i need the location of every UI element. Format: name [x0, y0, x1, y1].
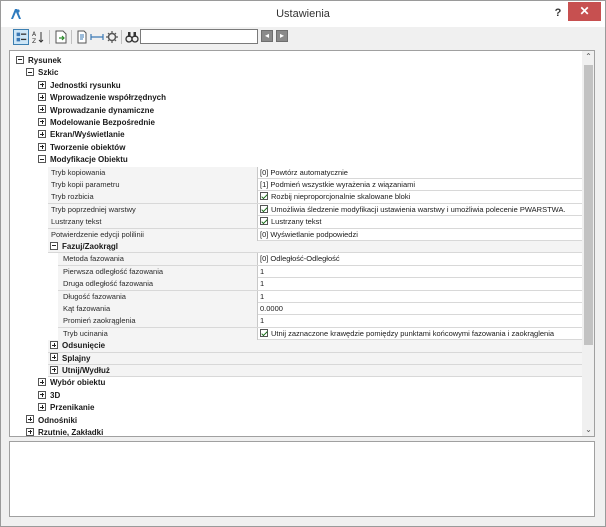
tree-node-rzutnie-zakladki[interactable]: Rzutnie, Zakładki	[26, 427, 103, 436]
checkbox[interactable]	[260, 328, 268, 337]
settings-gear-icon[interactable]	[104, 29, 120, 45]
expand-icon[interactable]	[26, 427, 34, 436]
tree-node-wprowadzenie-wspolrzednych[interactable]: Wprowadzenie współrzędnych	[38, 92, 166, 104]
expand-icon[interactable]	[38, 142, 46, 151]
expand-icon[interactable]	[38, 403, 46, 412]
tree-node-modyfikacje-obiektu[interactable]: Modyfikacje Obiektu	[38, 154, 128, 166]
alphabetical-sort-icon[interactable]: A Z	[30, 29, 46, 45]
property-row[interactable]: Potwierdzenie edycji polilinii [0] Wyświ…	[48, 228, 582, 241]
property-value[interactable]: Utnij zaznaczone krawędzie pomiędzy punk…	[258, 328, 582, 340]
toolbar-separator	[49, 30, 50, 44]
toolbar-separator	[71, 30, 72, 44]
expand-icon[interactable]	[50, 341, 58, 350]
tree-node-modelowanie-bezposrednie[interactable]: Modelowanie Bezpośrednie	[38, 117, 155, 129]
tree-node-jednostki-rysunku[interactable]: Jednostki rysunku	[38, 80, 121, 92]
property-row[interactable]: Tryb poprzedniej warstwy Umożliwia śledz…	[48, 203, 582, 217]
distance-icon[interactable]	[89, 29, 105, 45]
export-icon[interactable]	[74, 29, 90, 45]
tree-node-splajny[interactable]: Splajny	[50, 353, 90, 365]
expand-icon[interactable]	[38, 390, 46, 399]
search-input[interactable]	[140, 29, 258, 44]
expand-icon[interactable]	[38, 80, 46, 89]
tree-node-przenikanie[interactable]: Przenikanie	[38, 402, 94, 414]
property-value[interactable]: 1	[258, 278, 582, 290]
search-previous-button[interactable]: ◂	[261, 30, 273, 42]
property-value[interactable]: [0] Powtórz automatycznie	[258, 167, 582, 179]
group-header-bg	[48, 241, 582, 254]
tree-node-tworzenie-obiektow[interactable]: Tworzenie obiektów	[38, 142, 125, 154]
toolbar: A Z ◂ ▸	[1, 27, 605, 47]
property-row[interactable]: Lustrzany tekst Lustrzany tekst	[48, 216, 582, 229]
property-row[interactable]: Metoda fazowania [0] Odległość-Odległość	[58, 253, 582, 266]
property-row[interactable]: Tryb kopiowania [0] Powtórz automatyczni…	[48, 166, 582, 179]
tree-node-fazuj-zaokraglij[interactable]: Fazuj/Zaokrągl	[50, 241, 118, 253]
categorized-view-icon[interactable]	[13, 29, 29, 45]
group-header-bg	[48, 340, 582, 353]
expand-icon[interactable]	[38, 378, 46, 387]
property-row[interactable]: Promień zaokrąglenia 1	[58, 315, 582, 328]
property-value[interactable]: 1	[258, 291, 582, 303]
tree-node-rysunek[interactable]: Rysunek	[16, 55, 61, 67]
toolbar-separator	[121, 30, 122, 44]
property-value[interactable]: [0] Wyświetlanie podpowiedzi	[258, 229, 582, 241]
group-header-bg	[48, 365, 582, 378]
scroll-thumb[interactable]	[584, 65, 593, 345]
collapse-icon[interactable]	[26, 68, 34, 77]
expand-icon[interactable]	[50, 365, 58, 374]
scroll-down-icon[interactable]: ⌄	[582, 424, 594, 436]
expand-icon[interactable]	[26, 415, 34, 424]
property-row[interactable]: Tryb kopii parametru [1] Podmień wszystk…	[48, 179, 582, 192]
property-value[interactable]: Rozbij nieproporcjonalnie skalowane blok…	[258, 191, 582, 203]
close-button[interactable]: ✕	[568, 2, 601, 21]
property-row[interactable]: Kąt fazowania 0.0000	[58, 303, 582, 316]
property-value[interactable]: Umożliwia śledzenie modyfikacji ustawien…	[258, 204, 582, 216]
expand-icon[interactable]	[38, 130, 46, 139]
settings-window: Ustawienia ? ✕ A Z ◂ ▸ Rysunek Szkic Jed…	[0, 0, 606, 527]
collapse-icon[interactable]	[50, 241, 58, 250]
collapse-icon[interactable]	[16, 55, 24, 64]
binoculars-icon[interactable]	[124, 29, 140, 45]
property-row[interactable]: Tryb ucinania Utnij zaznaczone krawędzie…	[58, 327, 582, 341]
tree-node-odsuniecie[interactable]: Odsunięcie	[50, 340, 105, 352]
expand-icon[interactable]	[50, 353, 58, 362]
scroll-up-icon[interactable]: ⌃	[582, 51, 594, 63]
expand-icon[interactable]	[38, 105, 46, 114]
property-row[interactable]: Druga odległość fazowania 1	[58, 278, 582, 291]
checkbox[interactable]	[260, 204, 268, 213]
property-value[interactable]: Lustrzany tekst	[258, 216, 582, 228]
svg-text:Z: Z	[32, 38, 36, 45]
import-icon[interactable]	[53, 29, 69, 45]
tree-node-utnij-wydluz[interactable]: Utnij/Wydłuż	[50, 365, 110, 377]
settings-tree-panel: Rysunek Szkic Jednostki rysunku Wprowadz…	[9, 50, 595, 437]
expand-icon[interactable]	[38, 93, 46, 102]
expand-icon[interactable]	[38, 117, 46, 126]
help-button[interactable]: ?	[549, 4, 567, 22]
tree-node-wprowadzanie-dynamiczne[interactable]: Wprowadzanie dynamiczne	[38, 105, 154, 117]
title-bar: Ustawienia ? ✕	[1, 1, 605, 27]
search-next-button[interactable]: ▸	[276, 30, 288, 42]
checkbox[interactable]	[260, 217, 268, 226]
svg-text:A: A	[32, 31, 37, 38]
property-value[interactable]: 1	[258, 315, 582, 327]
property-value[interactable]: [1] Podmień wszystkie wyrażenia z wiązan…	[258, 179, 582, 191]
property-value[interactable]: 0.0000	[258, 303, 582, 315]
property-row[interactable]: Długość fazowania 1	[58, 290, 582, 303]
vertical-scrollbar[interactable]: ⌃ ⌄	[582, 51, 594, 436]
tree-node-3d[interactable]: 3D	[38, 390, 60, 402]
group-header-bg	[48, 352, 582, 365]
property-value[interactable]: [0] Odległość-Odległość	[258, 253, 582, 265]
property-value[interactable]: 1	[258, 266, 582, 278]
tree-node-wybor-obiektu[interactable]: Wybór obiektu	[38, 377, 105, 389]
property-row[interactable]: Pierwsza odległość fazowania 1	[58, 265, 582, 279]
collapse-icon[interactable]	[38, 155, 46, 164]
property-row[interactable]: Tryb rozbicia Rozbij nieproporcjonalnie …	[48, 191, 582, 204]
tree-node-odnosniki[interactable]: Odnośniki	[26, 415, 77, 427]
checkbox[interactable]	[260, 192, 268, 201]
tree-node-ekran-wyswietlanie[interactable]: Ekran/Wyświetlanie	[38, 129, 125, 141]
description-panel	[9, 441, 595, 517]
tree-node-szkic[interactable]: Szkic	[26, 67, 58, 79]
window-title: Ustawienia	[276, 8, 330, 20]
